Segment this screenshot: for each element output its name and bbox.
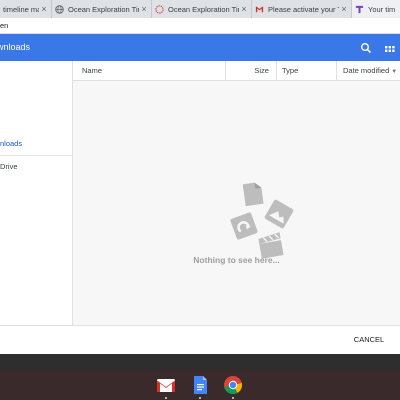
- tab-strip: timeline mak × Ocean Exploration Time × …: [0, 0, 400, 18]
- tab-ocean-exploration-2[interactable]: Ocean Exploration Time ×: [152, 0, 252, 18]
- window-backdrop: [0, 354, 400, 370]
- close-tab-icon[interactable]: ×: [339, 4, 349, 14]
- docs-icon[interactable]: [190, 375, 210, 395]
- address-bar[interactable]: en: [0, 18, 400, 34]
- running-indicator: [199, 397, 201, 399]
- empty-state: Nothing to see here...: [73, 34, 400, 325]
- tab-title: Your tim: [368, 4, 396, 14]
- navigation-pane: nloads Drive: [0, 61, 73, 325]
- loading-icon: [155, 4, 164, 14]
- address-text: en: [0, 21, 9, 30]
- timetoast-icon: [355, 5, 364, 14]
- empty-message: Nothing to see here...: [193, 255, 280, 265]
- chrome-icon[interactable]: [223, 375, 243, 395]
- tab-your-timeline[interactable]: Your tim: [352, 0, 400, 18]
- gmail-icon: [255, 5, 264, 14]
- tab-timeline-maker[interactable]: timeline mak ×: [0, 0, 52, 18]
- tab-title: Ocean Exploration Time: [168, 4, 239, 14]
- close-tab-icon[interactable]: ×: [139, 4, 149, 14]
- gmail-icon[interactable]: [156, 375, 176, 395]
- nav-divider: [0, 155, 73, 156]
- tab-title: timeline mak: [3, 4, 39, 14]
- close-tab-icon[interactable]: ×: [39, 4, 49, 14]
- tab-gmail-activate[interactable]: Please activate your Tin ×: [252, 0, 352, 18]
- close-tab-icon[interactable]: ×: [239, 4, 249, 14]
- file-picker-dialog: wnloads nloads Drive Name Size Type Date…: [0, 34, 400, 354]
- nav-item-downloads[interactable]: nloads: [0, 139, 22, 148]
- dialog-footer: CANCEL: [0, 325, 400, 354]
- running-indicator: [232, 397, 234, 399]
- dialog-title: wnloads: [0, 42, 31, 52]
- tab-title: Ocean Exploration Time: [68, 4, 139, 14]
- app-shelf: [0, 370, 400, 400]
- globe-icon: [55, 4, 64, 14]
- cancel-button[interactable]: CANCEL: [346, 332, 392, 348]
- screen: timeline mak × Ocean Exploration Time × …: [0, 0, 400, 400]
- running-indicator: [165, 397, 167, 399]
- tab-title: Please activate your Tin: [268, 4, 339, 14]
- tab-ocean-exploration-1[interactable]: Ocean Exploration Time ×: [52, 0, 152, 18]
- nav-item-drive[interactable]: Drive: [0, 162, 18, 171]
